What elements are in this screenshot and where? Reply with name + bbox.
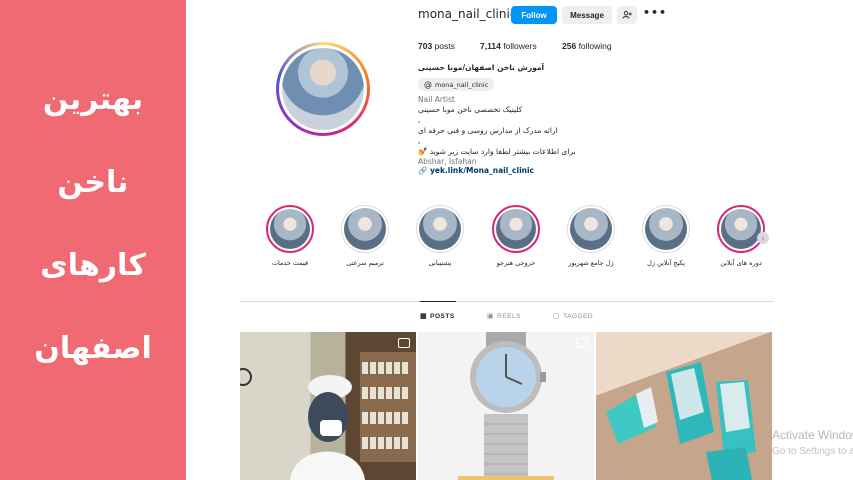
- link-icon: 🔗: [418, 166, 428, 175]
- active-tab-indicator: [420, 301, 456, 302]
- profile-avatar[interactable]: [276, 42, 370, 136]
- bio-line-5-text: برای اطلاعات بیشتر لطفا وارد سایت زیر شو…: [429, 147, 576, 156]
- following-count: 256: [562, 41, 577, 51]
- reel-icon: [576, 338, 588, 348]
- tab-tagged-label: TAGGED: [563, 312, 594, 320]
- highlight-label: پکیج آنلاین ژل: [647, 259, 685, 267]
- profile-display-name: آموزش ناخن اصفهان/مونا حسینی: [418, 63, 545, 72]
- highlight-label: ژل جامع شهریور: [568, 259, 614, 267]
- followers-label: followers: [503, 41, 537, 51]
- promo-banner: بهترین ناخن کارهای اصفهان: [0, 0, 186, 480]
- reel-icon: [398, 338, 410, 348]
- banner-line-1: بهترین: [42, 82, 144, 117]
- highlight-image: [419, 208, 461, 250]
- post-image: [458, 332, 554, 480]
- highlight-item[interactable]: قیمت خدمات: [255, 205, 325, 267]
- highlight-label: دوره های آنلاین: [720, 259, 762, 267]
- reels-icon: ▣: [487, 313, 495, 320]
- highlight-image: [270, 209, 310, 249]
- chevron-right-icon[interactable]: ›: [757, 232, 769, 244]
- highlight-cover: [266, 205, 314, 253]
- following-label: following: [578, 41, 612, 51]
- highlight-image: [496, 209, 536, 249]
- activation-watermark-title: Activate Window: [772, 428, 853, 442]
- profile-link[interactable]: 🔗 yek.link/Mona_nail_clinic: [418, 166, 534, 175]
- posts-label: posts: [434, 41, 455, 51]
- tagged-icon: ▢: [553, 313, 561, 320]
- highlight-cover: [567, 205, 615, 253]
- post-thumbnail[interactable]: [418, 332, 594, 480]
- add-user-icon: [622, 11, 632, 19]
- follow-button[interactable]: Follow: [511, 6, 557, 24]
- highlight-image: [344, 208, 386, 250]
- banner-line-4: اصفهان: [34, 331, 152, 366]
- highlight-item[interactable]: پکیج آنلاین ژل: [631, 205, 701, 267]
- message-button[interactable]: Message: [562, 6, 612, 24]
- highlight-image: [645, 208, 687, 250]
- highlight-cover: [642, 205, 690, 253]
- activation-watermark-subtitle: Go to Settings to activ: [772, 446, 853, 457]
- highlight-image: [721, 209, 761, 249]
- threads-handle: mona_nail_clinic: [435, 80, 489, 89]
- banner-line-3: کارهای: [40, 248, 146, 283]
- grid-icon: ▦: [420, 313, 428, 320]
- bio-line-5: 💅 برای اطلاعات بیشتر لطفا وارد سایت زیر …: [418, 147, 576, 156]
- highlight-label: قیمت خدمات: [271, 259, 309, 267]
- posts-stat[interactable]: 703 posts: [418, 41, 455, 51]
- followers-count: 7,114: [480, 41, 501, 51]
- bio-line-1: کلینیک تخصصی ناخن مونا حسینی: [418, 105, 523, 114]
- highlight-label: ترمیم سرعتی: [346, 259, 384, 267]
- bio-line-2: ,: [418, 115, 421, 124]
- highlight-item[interactable]: پشتیبانی: [405, 205, 475, 267]
- post-thumbnail[interactable]: [240, 332, 416, 480]
- highlight-item[interactable]: ترمیم سرعتی: [330, 205, 400, 267]
- tab-reels-label: REELS: [497, 312, 521, 320]
- highlight-cover: [717, 205, 765, 253]
- highlight-item[interactable]: خروجی هنرجو: [481, 205, 551, 267]
- highlight-label: خروجی هنرجو: [496, 259, 536, 267]
- avatar-image: [282, 48, 364, 130]
- post-thumbnail[interactable]: [596, 332, 772, 480]
- avatar-frame: [279, 45, 367, 133]
- add-user-button[interactable]: [617, 6, 637, 24]
- bio-line-3: ارائه مدرک از مدارس روسی و فنی حرفه ای: [418, 126, 558, 135]
- threads-icon: @: [424, 80, 432, 89]
- post-image: [606, 362, 756, 480]
- more-options-icon[interactable]: •••: [643, 6, 667, 19]
- tab-posts-label: POSTS: [430, 312, 455, 320]
- tabs-divider: [240, 301, 774, 302]
- tab-tagged[interactable]: ▢ TAGGED: [553, 312, 594, 321]
- highlight-cover: [416, 205, 464, 253]
- tab-reels[interactable]: ▣ REELS: [487, 312, 521, 321]
- threads-badge[interactable]: @ mona_nail_clinic: [418, 78, 495, 91]
- profile-username[interactable]: mona_nail_clinic: [418, 7, 516, 21]
- nail-emoji-icon: 💅: [418, 147, 428, 156]
- highlight-image: [570, 208, 612, 250]
- highlight-item[interactable]: ژل جامع شهریور: [556, 205, 626, 267]
- highlight-label: پشتیبانی: [428, 259, 452, 267]
- banner-line-2: ناخن: [57, 165, 129, 200]
- bio-line-4: ,: [418, 136, 421, 145]
- profile-link-text: yek.link/Mona_nail_clinic: [429, 166, 534, 175]
- post-image: [240, 352, 416, 480]
- tab-posts[interactable]: ▦ POSTS: [420, 312, 455, 321]
- highlight-cover: [492, 205, 540, 253]
- highlight-cover: [341, 205, 389, 253]
- posts-count: 703: [418, 41, 433, 51]
- following-stat[interactable]: 256 following: [562, 41, 612, 51]
- profile-category: Nail Artist: [418, 95, 455, 104]
- followers-stat[interactable]: 7,114 followers: [480, 41, 537, 51]
- profile-location: Abshar, Isfahan: [418, 157, 477, 166]
